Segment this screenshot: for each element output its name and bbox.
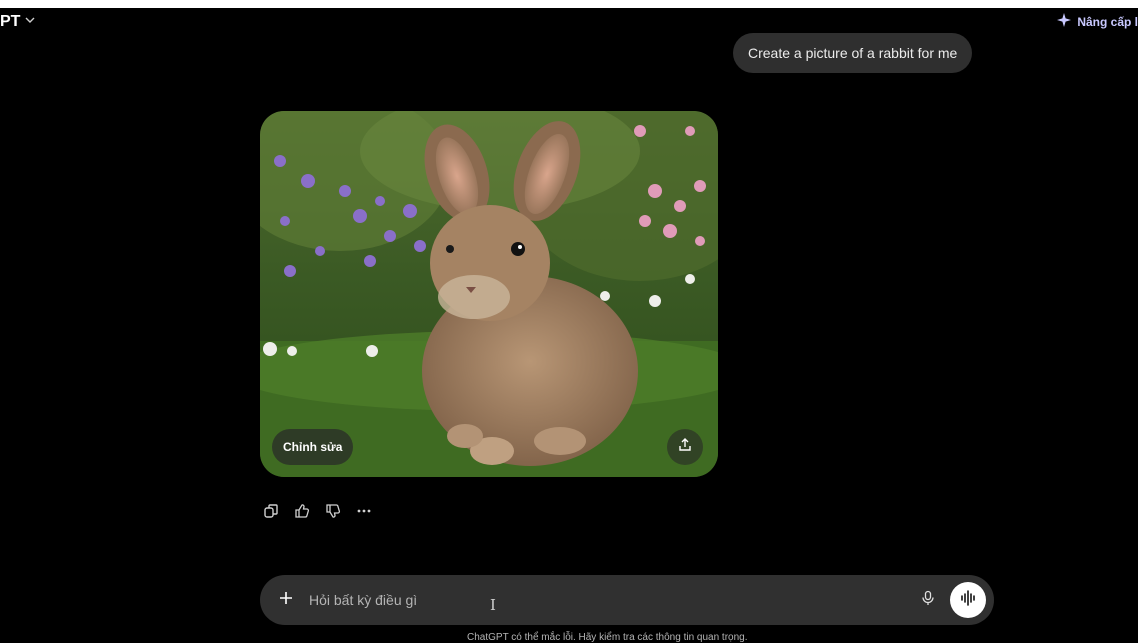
prompt-input[interactable]	[309, 586, 869, 614]
share-image-button[interactable]	[667, 429, 703, 465]
message-actions	[260, 503, 374, 524]
attach-button[interactable]	[274, 588, 298, 612]
dictate-button[interactable]	[916, 588, 940, 612]
model-switcher[interactable]: PT	[0, 11, 36, 33]
edit-image-button[interactable]: Chỉnh sửa	[272, 429, 354, 465]
thumbs-down-button[interactable]	[322, 503, 343, 524]
copy-button[interactable]	[260, 503, 281, 524]
share-icon	[678, 437, 692, 457]
plus-icon	[278, 590, 294, 611]
more-icon	[356, 503, 372, 524]
user-message-text: Create a picture of a rabbit for me	[748, 45, 958, 61]
top-strip	[0, 0, 1138, 8]
thumbs-up-icon	[294, 503, 310, 524]
voice-waveform-icon	[959, 589, 977, 612]
edit-image-label: Chỉnh sửa	[283, 440, 343, 454]
text-cursor-icon: I	[490, 596, 496, 614]
chevron-down-icon	[24, 13, 36, 31]
composer: I	[260, 575, 994, 625]
disclaimer-text: ChatGPT có thể mắc lỗi. Hãy kiểm tra các…	[467, 632, 748, 643]
sparkle-icon	[1057, 12, 1072, 32]
more-options-button[interactable]	[353, 503, 374, 524]
generated-image[interactable]: Chỉnh sửa	[260, 111, 718, 477]
thumbs-down-icon	[325, 503, 341, 524]
user-message-bubble: Create a picture of a rabbit for me	[733, 33, 973, 73]
upgrade-button[interactable]: Nâng cấp l	[1057, 12, 1138, 32]
thumbs-up-button[interactable]	[291, 503, 312, 524]
upgrade-label: Nâng cấp l	[1077, 15, 1138, 29]
rabbit-image	[260, 111, 718, 477]
voice-mode-button[interactable]	[950, 582, 986, 618]
microphone-icon	[920, 590, 936, 611]
model-name: PT	[0, 13, 21, 30]
copy-icon	[263, 503, 279, 524]
